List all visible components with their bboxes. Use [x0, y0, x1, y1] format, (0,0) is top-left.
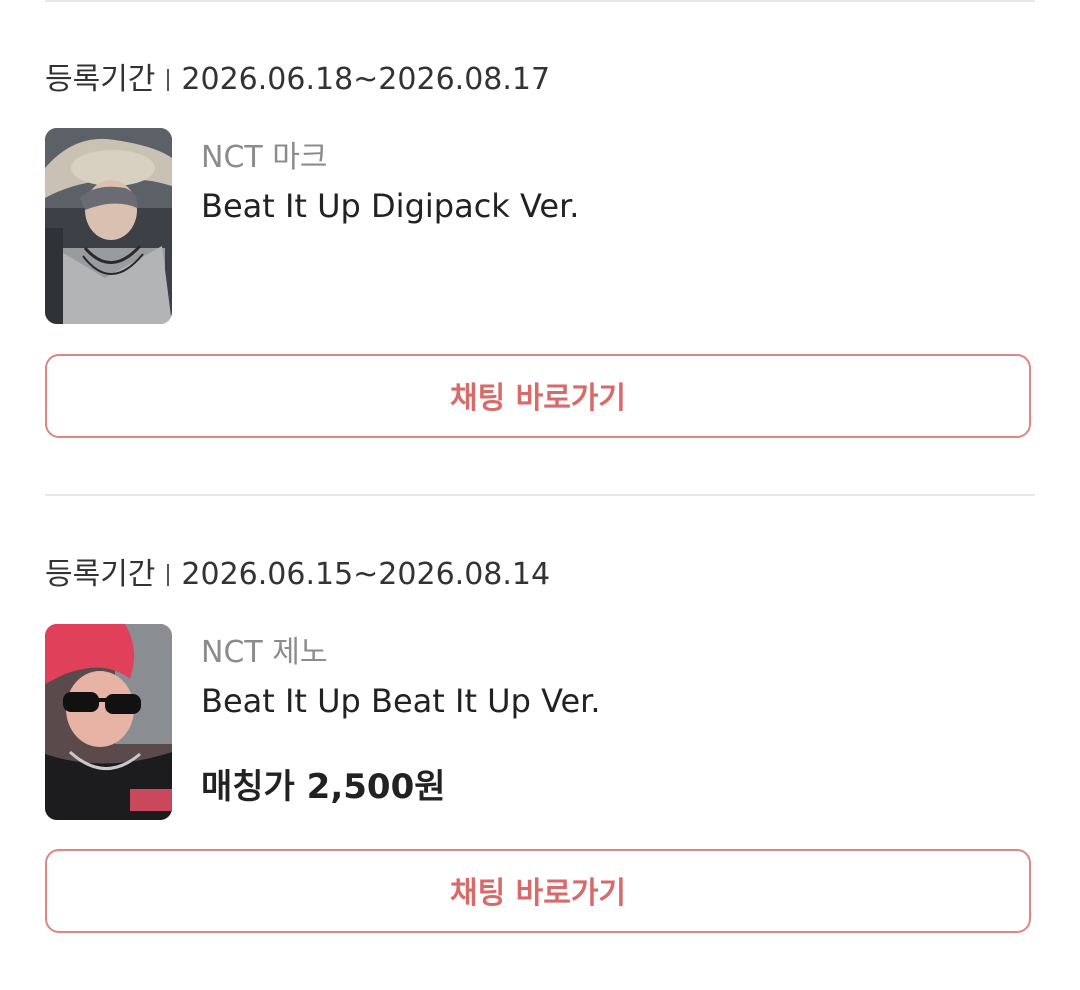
photocard-image-mark	[45, 128, 172, 324]
matching-price: 매칭가 2,500원	[201, 767, 446, 807]
period-label: 등록기간	[45, 62, 156, 97]
album-version: Beat It Up Beat It Up Ver.	[201, 682, 601, 720]
period-value: 2026.06.18~2026.08.17	[181, 62, 551, 97]
chat-shortcut-button[interactable]: 채팅 바로가기	[45, 849, 1031, 933]
listing-page: 등록기간 2026.06.18~2026.08.17 NCT 마크 Beat It…	[0, 0, 1080, 990]
photocard-thumbnail[interactable]	[45, 128, 172, 324]
chat-shortcut-button[interactable]: 채팅 바로가기	[45, 354, 1031, 438]
top-divider	[45, 0, 1035, 2]
listing-item-1: 등록기간 2026.06.18~2026.08.17 NCT 마크 Beat It…	[45, 60, 1035, 445]
period-label: 등록기간	[45, 557, 156, 592]
period-separator	[167, 564, 170, 586]
album-version: Beat It Up Digipack Ver.	[201, 187, 580, 225]
photocard-image-jeno	[45, 624, 172, 820]
artist-name: NCT 마크	[201, 140, 328, 175]
listing-item-2: 등록기간 2026.06.15~2026.08.14 NCT 제노 Beat It…	[45, 555, 1035, 940]
registration-period: 등록기간 2026.06.18~2026.08.17	[45, 60, 550, 100]
period-separator	[167, 69, 170, 91]
registration-period: 등록기간 2026.06.15~2026.08.14	[45, 555, 550, 595]
artist-name: NCT 제노	[201, 635, 328, 670]
period-value: 2026.06.15~2026.08.14	[181, 557, 551, 592]
photocard-thumbnail[interactable]	[45, 624, 172, 820]
listing-divider	[45, 494, 1035, 496]
